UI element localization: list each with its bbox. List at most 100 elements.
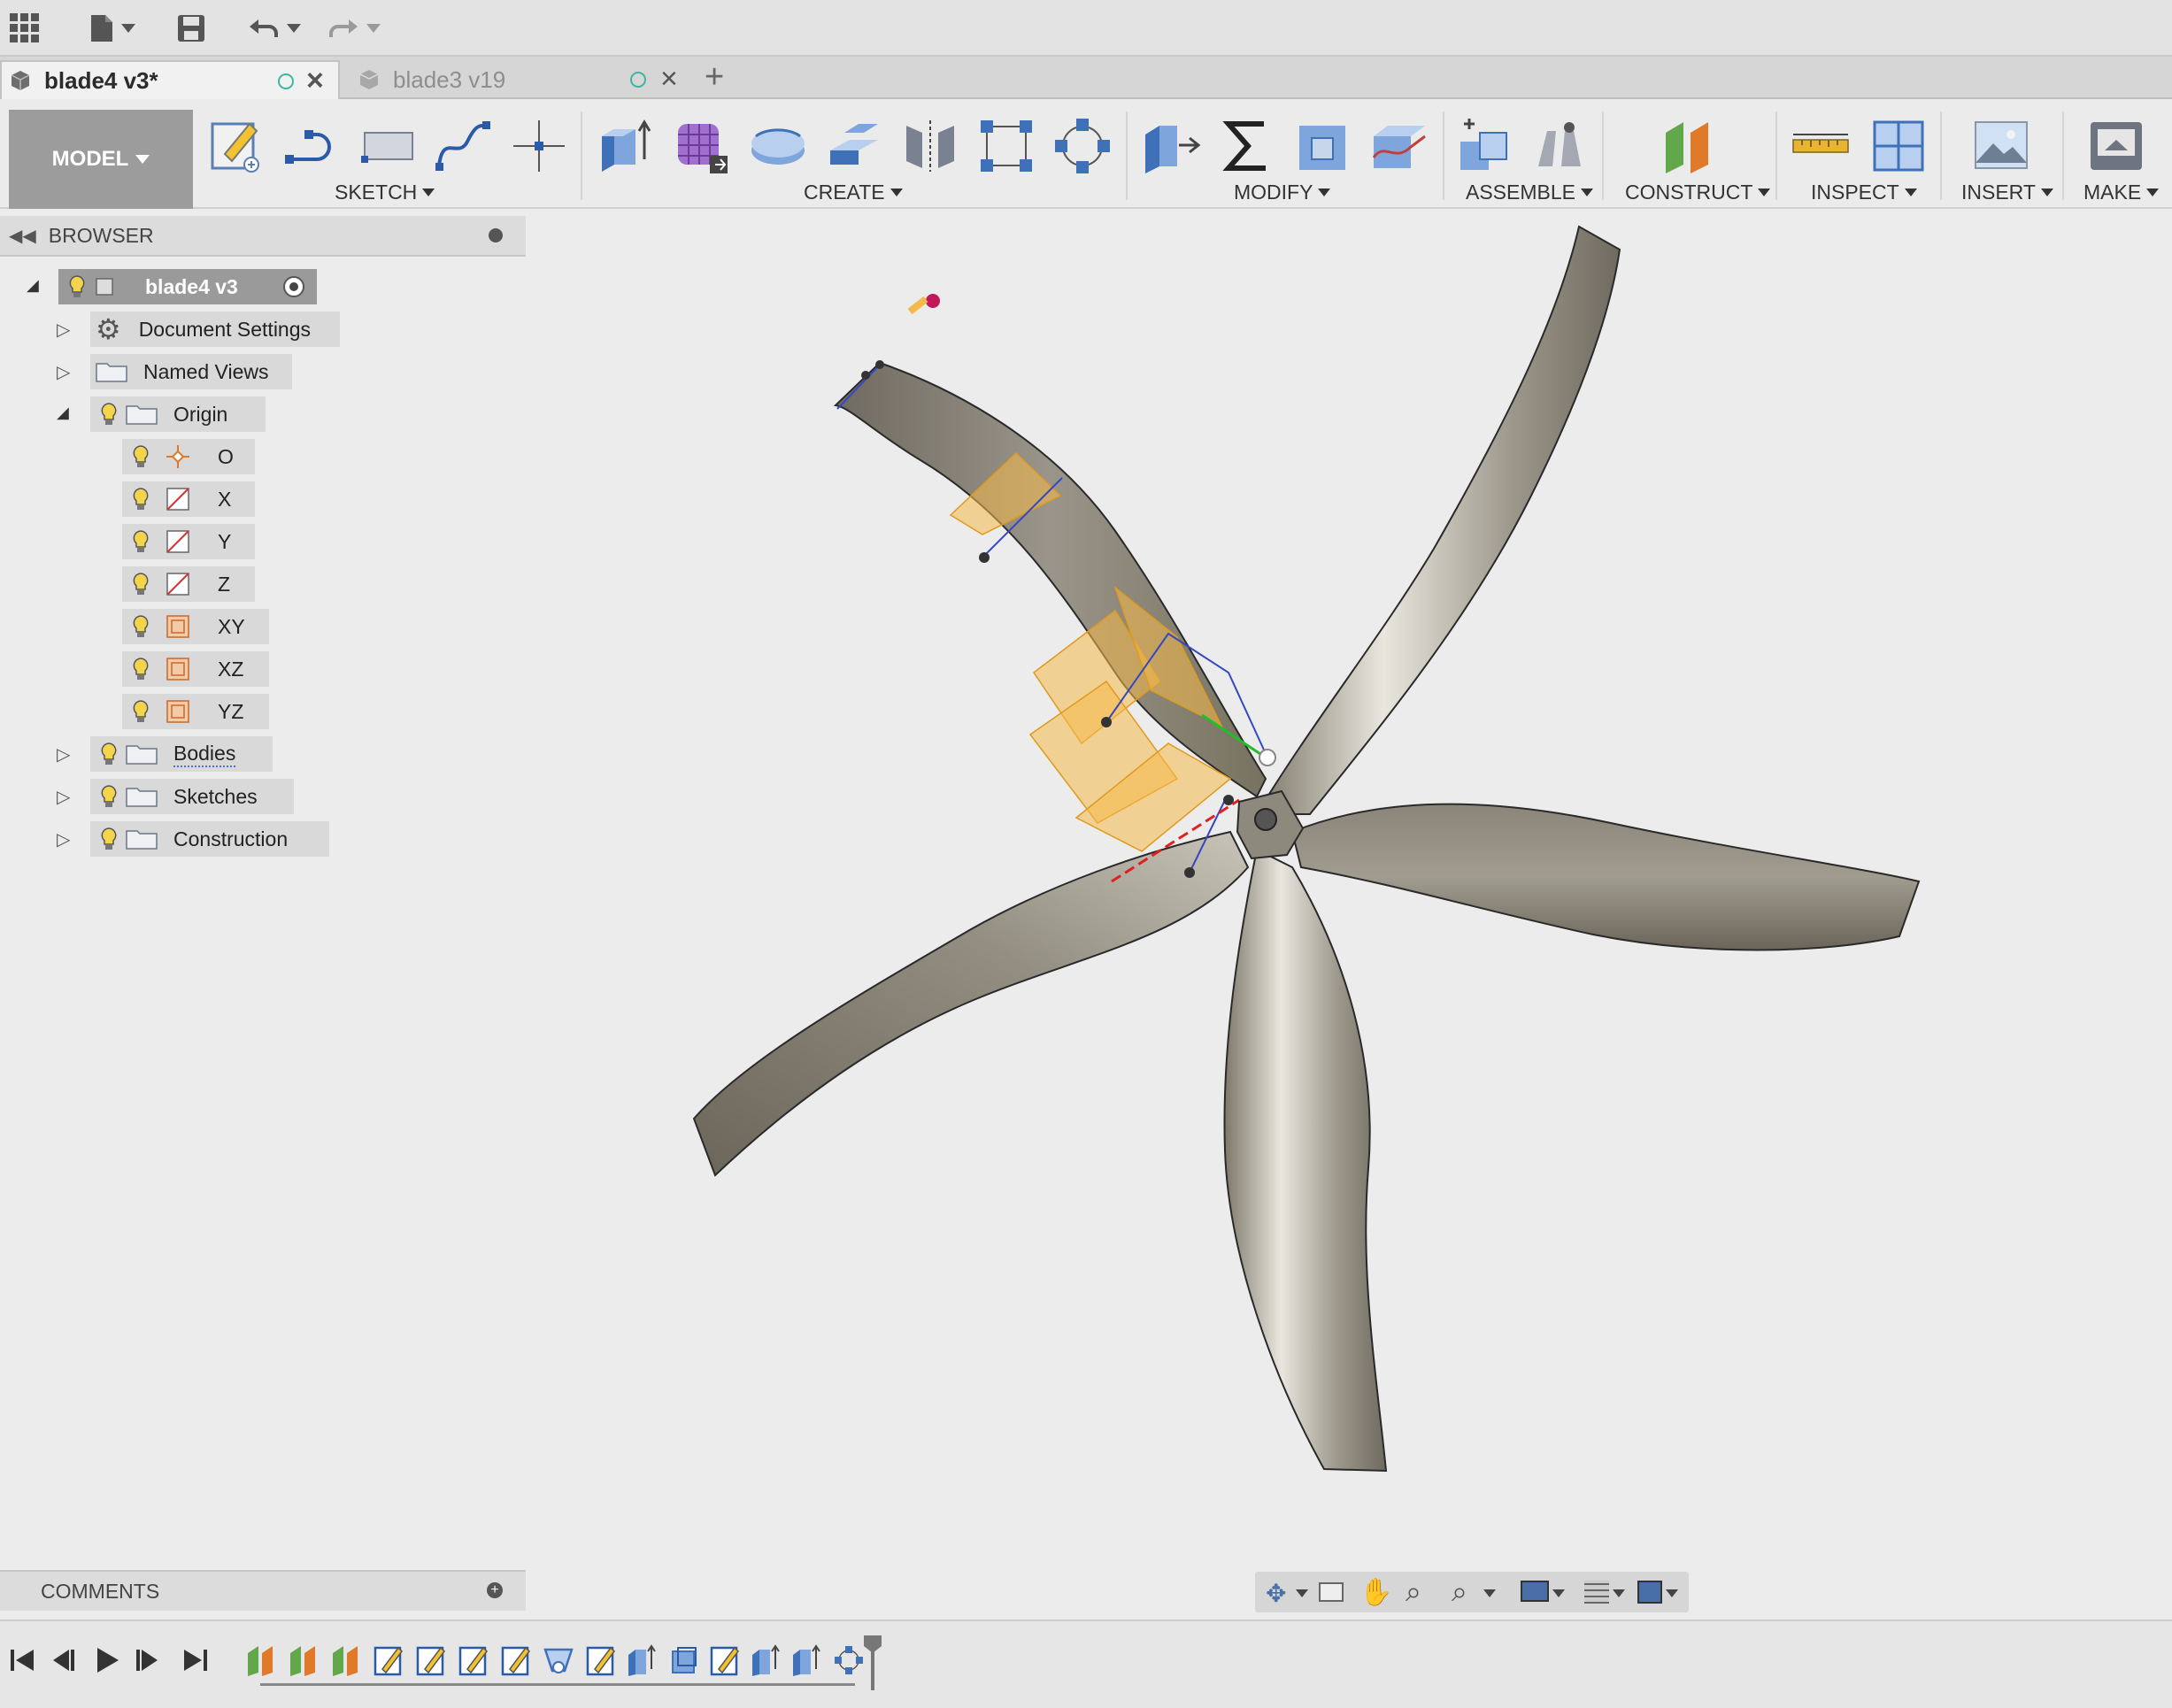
tree-root-blade4[interactable]: blade4 v3 (58, 269, 317, 304)
look-at-icon[interactable] (1319, 1582, 1344, 1602)
tree-item-z-axis[interactable]: Z (122, 566, 255, 602)
sketch-feature-icon[interactable] (584, 1641, 618, 1678)
press-pull-button[interactable] (1140, 115, 1202, 177)
viewports-icon[interactable] (1637, 1581, 1662, 1604)
plane-feature-icon[interactable] (244, 1641, 278, 1678)
lightbulb-icon[interactable] (133, 573, 149, 596)
lightbulb-icon[interactable] (133, 700, 149, 723)
tree-item-origin-point[interactable]: O (122, 439, 255, 474)
extrude-button[interactable] (595, 115, 657, 177)
step-back-icon[interactable] (46, 1643, 81, 1678)
lightbulb-icon[interactable] (133, 530, 149, 553)
save-button[interactable] (173, 7, 209, 50)
spline-button[interactable] (432, 115, 494, 177)
new-tab-button[interactable]: + (705, 58, 724, 96)
tree-item-sketches[interactable]: Sketches (90, 779, 294, 814)
measure-button[interactable] (1790, 115, 1852, 177)
orbit-dropdown-icon[interactable] (1296, 1589, 1308, 1597)
activate-component-radio[interactable] (283, 276, 304, 297)
extrude-feature-icon[interactable] (789, 1641, 823, 1678)
lightbulb-icon[interactable] (133, 445, 149, 468)
loft-feature-icon[interactable] (542, 1641, 575, 1678)
lightbulb-icon[interactable] (101, 403, 117, 426)
circular-pattern-feature-icon[interactable] (832, 1641, 866, 1678)
propeller-blade[interactable] (1223, 848, 1388, 1473)
sweep-button[interactable] (823, 115, 885, 177)
assemble-menu-button[interactable]: ASSEMBLE (1466, 181, 1593, 204)
insert-canvas-button[interactable] (1970, 115, 2032, 177)
3d-viewport[interactable] (531, 212, 2172, 1566)
sketch-feature-icon[interactable] (372, 1641, 405, 1678)
circular-pattern-button[interactable] (1051, 115, 1113, 177)
pan-hand-icon[interactable]: ✋ (1359, 1577, 1392, 1608)
insert-menu-button[interactable]: INSERT (1961, 181, 2053, 204)
grid-settings-icon[interactable] (1584, 1581, 1609, 1604)
lightbulb-icon[interactable] (101, 785, 117, 808)
display-dropdown-icon[interactable] (1552, 1589, 1565, 1597)
close-tab-icon[interactable]: × (306, 65, 324, 96)
tree-item-bodies[interactable]: Bodies (90, 736, 273, 772)
play-icon[interactable] (89, 1643, 124, 1678)
comments-panel-header[interactable]: COMMENTS + (0, 1570, 526, 1611)
lightbulb-icon[interactable] (101, 742, 117, 766)
rectangular-pattern-button[interactable] (975, 115, 1037, 177)
construct-menu-button[interactable]: CONSTRUCT (1625, 181, 1771, 204)
section-analysis-button[interactable] (1868, 115, 1929, 177)
shell-button[interactable] (1292, 115, 1354, 177)
split-face-button[interactable] (1368, 115, 1430, 177)
line-button[interactable] (281, 115, 343, 177)
expand-icon[interactable]: ▷ (57, 361, 70, 383)
step-forward-icon[interactable] (129, 1643, 165, 1678)
propeller-blade[interactable] (692, 830, 1250, 1177)
tree-item-xz-plane[interactable]: XZ (122, 651, 269, 687)
create-sketch-button[interactable] (205, 115, 267, 177)
zoom-icon[interactable]: ⌕ (1406, 1575, 1421, 1609)
sketch-feature-icon[interactable] (414, 1641, 448, 1678)
propeller-blade[interactable] (1255, 225, 1621, 815)
tree-item-yz-plane[interactable]: YZ (122, 694, 269, 729)
tree-item-y-axis[interactable]: Y (122, 524, 255, 559)
tree-item-x-axis[interactable]: X (122, 481, 255, 517)
inspect-menu-button[interactable]: INSPECT (1811, 181, 1917, 204)
expand-icon[interactable]: ▷ (57, 786, 70, 808)
sketch-feature-icon[interactable] (708, 1641, 742, 1678)
go-to-start-icon[interactable] (5, 1643, 41, 1678)
create-form-button[interactable] (671, 115, 733, 177)
lightbulb-icon[interactable] (133, 658, 149, 681)
root-collapse-icon[interactable]: ◢ (27, 276, 39, 295)
mirror-button[interactable] (899, 115, 961, 177)
viewports-dropdown-icon[interactable] (1666, 1589, 1678, 1597)
tree-item-document-settings[interactable]: ⚙ Document Settings (90, 312, 340, 347)
expand-icon[interactable]: ▷ (57, 743, 70, 766)
zoom-dropdown-icon[interactable] (1483, 1589, 1496, 1597)
workspace-switcher-button[interactable]: MODEL (9, 110, 193, 209)
compute-all-button[interactable] (1216, 115, 1278, 177)
panel-pin-icon[interactable] (489, 228, 503, 242)
rectangle-button[interactable] (358, 115, 420, 177)
undo-button[interactable] (243, 7, 306, 50)
collapse-icon[interactable]: ◢ (57, 404, 69, 422)
go-to-end-icon[interactable] (177, 1643, 212, 1678)
redo-button[interactable] (322, 7, 386, 50)
orbit-icon[interactable]: ✥ (1266, 1579, 1286, 1608)
apps-grid-icon[interactable] (5, 7, 44, 50)
tree-item-origin[interactable]: Origin (90, 396, 266, 432)
plane-feature-icon[interactable] (287, 1641, 320, 1678)
create-menu-button[interactable]: CREATE (804, 181, 903, 204)
3d-print-button[interactable] (2085, 115, 2147, 177)
new-component-button[interactable] (1453, 115, 1515, 177)
extrude-feature-icon[interactable] (625, 1641, 659, 1678)
modify-menu-button[interactable]: MODIFY (1234, 181, 1331, 204)
lightbulb-icon[interactable] (133, 488, 149, 511)
display-settings-icon[interactable] (1521, 1581, 1549, 1602)
lightbulb-icon[interactable] (69, 275, 85, 298)
fit-view-icon[interactable]: ⌕ (1452, 1575, 1467, 1609)
add-comment-icon[interactable]: + (487, 1582, 503, 1598)
sketch-feature-icon[interactable] (499, 1641, 533, 1678)
collapse-panel-icon[interactable]: ◀◀ (9, 225, 36, 247)
expand-icon[interactable]: ▷ (57, 828, 70, 850)
shell-feature-icon[interactable] (667, 1641, 701, 1678)
sketch-menu-button[interactable]: SKETCH (335, 181, 435, 204)
revolve-button[interactable] (747, 115, 809, 177)
propeller-blade[interactable] (1290, 803, 1921, 951)
